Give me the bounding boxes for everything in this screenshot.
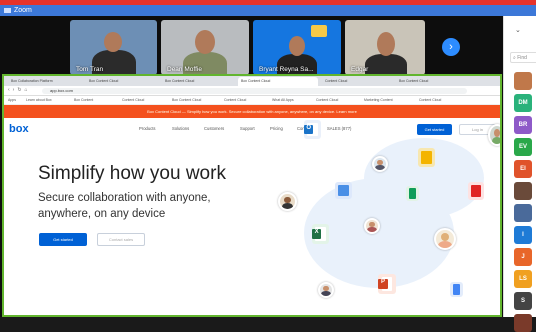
- participants-panel: ⌄ ⌕ Find DM BR EV EI I J LS S: [503, 16, 536, 332]
- url-input[interactable]: app.box.com: [42, 88, 467, 94]
- nav-link[interactable]: Support: [240, 126, 255, 131]
- powerpoint-icon: P: [378, 274, 396, 294]
- excel-icon: X: [312, 224, 329, 244]
- nav-link[interactable]: SALES (877): [327, 126, 351, 131]
- trophy-icon: [311, 25, 327, 37]
- browser-tab[interactable]: Box Collaboration Platform: [8, 77, 74, 86]
- box-website: box Products Solutions Customers Support…: [4, 118, 500, 315]
- bookmark-item[interactable]: Content Cloud: [224, 98, 246, 102]
- participant-avatar[interactable]: EV: [514, 138, 532, 156]
- participant-face: [377, 32, 395, 56]
- google-docs-icon: [450, 282, 463, 297]
- bookmark-item[interactable]: Marketing Content: [364, 98, 393, 102]
- video-tile-tom[interactable]: Tom Tran: [70, 20, 157, 75]
- folder-icon: [335, 182, 352, 199]
- participant-face: [195, 30, 215, 54]
- bookmark-item[interactable]: Content Cloud: [419, 98, 441, 102]
- hero-subtitle-line2: anywhere, on any device: [38, 208, 166, 220]
- participant-name: Tom Tran: [76, 66, 104, 73]
- bookmark-item[interactable]: Box Content: [74, 98, 93, 102]
- participant-name: Dean Moffie: [167, 66, 202, 73]
- participant-avatar[interactable]: S: [514, 292, 532, 310]
- participant-face: [104, 32, 122, 52]
- video-tile-dean[interactable]: Dean Moffie: [161, 20, 249, 75]
- nav-link[interactable]: Products: [139, 126, 156, 131]
- participant-avatar[interactable]: DM: [514, 94, 532, 112]
- box-logo[interactable]: box: [9, 123, 29, 135]
- google-slides-icon: [418, 148, 435, 167]
- meeting-stage: Tom Tran Dean Moffie Bryant Reyna Sa... …: [0, 16, 503, 317]
- participant-avatar[interactable]: BR: [514, 116, 532, 134]
- window-title: Zoom: [14, 7, 32, 14]
- bookmarks-bar: Apps Learn about Box Box Content Content…: [4, 96, 500, 105]
- chevron-down-icon[interactable]: ⌄: [515, 26, 521, 34]
- pdf-icon: [468, 182, 484, 200]
- bookmark-item[interactable]: Content Cloud: [122, 98, 144, 102]
- participant-avatar[interactable]: J: [514, 248, 532, 266]
- user-avatar-3: [278, 192, 297, 211]
- address-bar-row: ‹›↻⌂ app.box.com: [4, 86, 500, 96]
- user-avatar-4: [364, 218, 380, 234]
- header-get-started-button[interactable]: Get started: [417, 124, 452, 135]
- hero-get-started-button[interactable]: Get started: [39, 233, 87, 246]
- video-tile-bryant[interactable]: Bryant Reyna Sa...: [253, 20, 341, 75]
- bookmark-item[interactable]: Apps: [8, 98, 16, 102]
- nav-link[interactable]: Solutions: [172, 126, 189, 131]
- browser-tab-active[interactable]: Box Content Cloud: [238, 77, 318, 86]
- bookmark-item[interactable]: Content Cloud: [316, 98, 338, 102]
- browser-tab[interactable]: Box Content Cloud: [396, 77, 466, 86]
- browser-tab[interactable]: Box Content Cloud: [86, 77, 158, 86]
- outlook-icon: O: [304, 120, 321, 139]
- participant-avatar[interactable]: LS: [514, 270, 532, 288]
- search-placeholder: Find: [517, 55, 527, 61]
- bookmark-item[interactable]: Learn about Box: [26, 98, 52, 102]
- video-tile-edgar[interactable]: Edgar: [345, 20, 425, 75]
- browser-tab[interactable]: Content Cloud: [322, 77, 392, 86]
- participant-avatar[interactable]: [514, 72, 532, 90]
- screen-share-view: Box Collaboration Platform Box Content C…: [2, 74, 502, 317]
- user-avatar-5: [434, 228, 456, 250]
- participant-body: [365, 54, 407, 75]
- camera-icon: [4, 7, 11, 13]
- hero-subtitle-line1: Secure collaboration with anyone,: [38, 192, 211, 204]
- nav-link[interactable]: Pricing: [270, 126, 283, 131]
- hero-headline: Simplify how you work: [38, 163, 226, 184]
- participant-name: Edgar: [351, 66, 369, 73]
- next-page-button[interactable]: ›: [442, 38, 460, 56]
- bookmark-item[interactable]: Box Content Cloud: [172, 98, 201, 102]
- promo-banner[interactable]: Box Content Cloud — Simplify how you wor…: [4, 105, 500, 118]
- nav-link[interactable]: Customers: [204, 126, 224, 131]
- participant-search-input[interactable]: ⌕ Find: [510, 52, 536, 63]
- browser-nav-icons[interactable]: ‹›↻⌂: [8, 87, 31, 93]
- google-sheets-icon: [406, 186, 419, 201]
- user-avatar-1: [372, 156, 388, 172]
- participant-avatar[interactable]: [514, 204, 532, 222]
- browser-tab-strip: Box Collaboration Platform Box Content C…: [4, 76, 500, 86]
- user-avatar-6: [318, 282, 334, 298]
- user-avatar-2: [488, 124, 500, 146]
- participant-avatar[interactable]: EI: [514, 160, 532, 178]
- title-bar: Zoom: [0, 5, 536, 16]
- participant-avatar[interactable]: I: [514, 226, 532, 244]
- participant-face: [289, 36, 305, 56]
- hero-secondary-button[interactable]: Contact sales: [97, 233, 145, 246]
- bookmark-item[interactable]: What All Apps: [272, 98, 294, 102]
- participant-avatar[interactable]: [514, 182, 532, 200]
- participant-name: Bryant Reyna Sa...: [259, 66, 314, 73]
- browser-tab[interactable]: Box Content Cloud: [162, 77, 234, 86]
